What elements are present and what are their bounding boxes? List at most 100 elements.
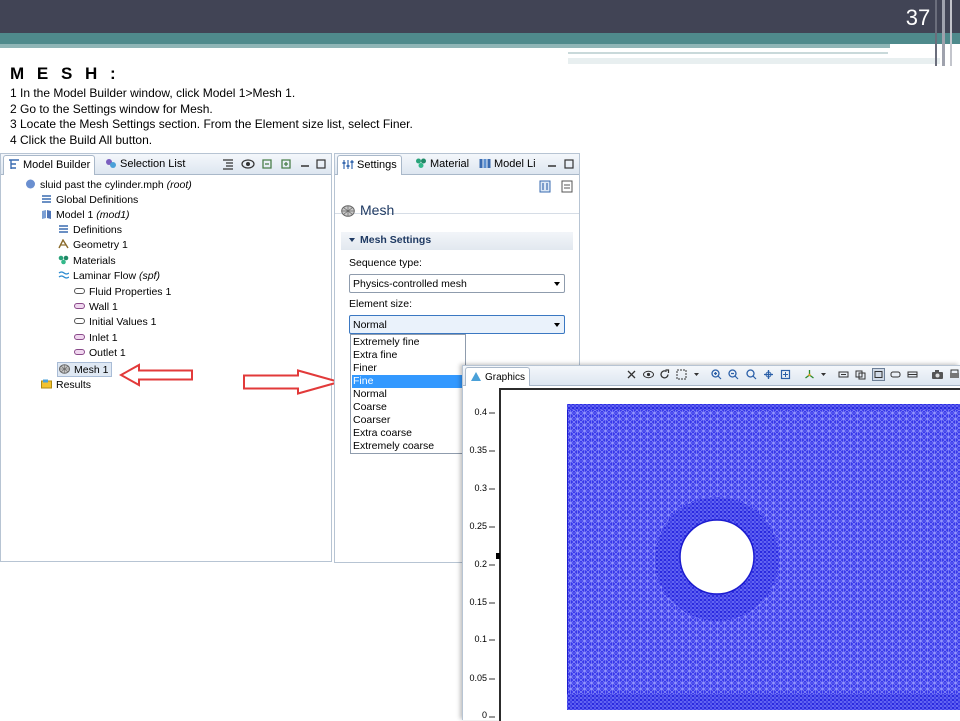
grid-icon[interactable] bbox=[907, 369, 918, 380]
show-icon[interactable] bbox=[643, 369, 654, 380]
chevron-down-icon[interactable] bbox=[820, 369, 827, 380]
element-size-select[interactable]: Normal bbox=[349, 315, 565, 334]
print-icon[interactable] bbox=[949, 369, 960, 380]
render-mode-icon[interactable] bbox=[890, 369, 901, 380]
zoom-in-icon[interactable] bbox=[711, 369, 722, 380]
dropdown-option[interactable]: Extremely coarse bbox=[352, 440, 464, 453]
wireframe-icon[interactable] bbox=[872, 368, 885, 381]
instruction-list: 1 In the Model Builder window, click Mod… bbox=[10, 86, 413, 148]
dropdown-option[interactable]: Normal bbox=[352, 388, 464, 401]
tab-settings[interactable]: Settings bbox=[337, 155, 402, 175]
collapse-icon[interactable] bbox=[261, 158, 273, 170]
tab-label: Graphics bbox=[485, 372, 526, 383]
dropdown-option-selected[interactable]: Fine bbox=[352, 375, 464, 388]
chevron-down-icon[interactable] bbox=[693, 369, 700, 380]
geometry-icon bbox=[58, 239, 69, 249]
mesh-icon bbox=[59, 364, 70, 374]
maximize-icon[interactable] bbox=[564, 159, 574, 169]
tab-model-library[interactable]: Model Li bbox=[475, 155, 540, 175]
materials-icon bbox=[416, 158, 426, 168]
tree-node-label: sluid past the cylinder.mph bbox=[40, 179, 164, 191]
selection-mode-icon[interactable] bbox=[676, 369, 687, 380]
section-title: Mesh Settings bbox=[360, 234, 432, 246]
minimize-icon[interactable] bbox=[300, 160, 310, 168]
library-icon bbox=[479, 159, 491, 168]
zoom-out-icon[interactable] bbox=[728, 369, 739, 380]
slide-title: M E S H : bbox=[10, 64, 120, 83]
expand-sections-icon[interactable] bbox=[222, 158, 234, 170]
instruction-step: 2 Go to the Settings window for Mesh. bbox=[10, 101, 213, 116]
tree-node-inlet[interactable]: Inlet 1 bbox=[74, 331, 118, 346]
tree-node-materials[interactable]: Materials bbox=[58, 254, 116, 269]
select-value: Physics-controlled mesh bbox=[353, 278, 467, 290]
tab-model-builder[interactable]: Model Builder bbox=[3, 155, 96, 175]
dropdown-option[interactable]: Extra coarse bbox=[352, 427, 464, 440]
tree-node-definitions[interactable]: Definitions bbox=[58, 223, 122, 238]
dropdown-option[interactable]: Finer bbox=[352, 362, 464, 375]
tree-node-mesh[interactable]: Mesh 1 bbox=[57, 362, 113, 377]
tab-selection-list[interactable]: Selection List bbox=[101, 155, 189, 175]
refresh-icon[interactable] bbox=[659, 369, 670, 380]
tree-node-label: Fluid Properties 1 bbox=[89, 286, 172, 298]
tree-node-label: Wall 1 bbox=[89, 301, 118, 313]
dropdown-option[interactable]: Coarser bbox=[352, 414, 464, 427]
clear-selection-icon[interactable] bbox=[626, 369, 637, 380]
tree-node-label: Geometry 1 bbox=[73, 239, 128, 251]
instruction-step: 3 Locate the Mesh Settings section. From… bbox=[10, 117, 413, 131]
tree-node-wall[interactable]: Wall 1 bbox=[74, 300, 118, 315]
mesh-boundary-layer bbox=[567, 404, 960, 410]
tree-node-label: Materials bbox=[73, 255, 116, 267]
mesh-boundary-layer bbox=[567, 694, 960, 710]
model-icon bbox=[42, 210, 51, 219]
tree-node-initial-values[interactable]: Initial Values 1 bbox=[74, 315, 157, 330]
tree-node-fluid-properties[interactable]: Fluid Properties 1 bbox=[74, 285, 171, 300]
settings-title: Mesh bbox=[360, 202, 395, 218]
slide-header-bar bbox=[0, 0, 960, 33]
tree-node-label: Definitions bbox=[73, 224, 123, 236]
model-builder-tabstrip: Model Builder Selection List bbox=[1, 154, 331, 175]
dropdown-option[interactable]: Coarse bbox=[352, 401, 464, 414]
tree-node-results[interactable]: Results bbox=[41, 378, 91, 393]
tree-node-global-definitions[interactable]: Global Definitions bbox=[41, 193, 138, 208]
zoom-box-icon[interactable] bbox=[746, 369, 757, 380]
camera-icon[interactable] bbox=[931, 369, 944, 380]
show-icon[interactable] bbox=[241, 158, 255, 170]
tab-graphics[interactable]: Graphics bbox=[465, 367, 531, 386]
instruction-step: 1 In the Model Builder window, click Mod… bbox=[10, 86, 296, 100]
mesh-settings-section[interactable]: Mesh Settings bbox=[341, 232, 573, 250]
tree-node-outlet[interactable]: Outlet 1 bbox=[74, 346, 126, 361]
graphics-toolbar: Graphics bbox=[463, 366, 960, 386]
tab-material[interactable]: Material bbox=[411, 155, 473, 175]
header-divider bbox=[942, 0, 945, 66]
collapse-arrow-icon bbox=[349, 238, 355, 242]
boundary-feature-icon bbox=[74, 349, 85, 355]
chevron-down-icon bbox=[554, 282, 560, 286]
maximize-icon[interactable] bbox=[316, 159, 326, 169]
tree-node-laminar-flow[interactable]: Laminar Flow (spf) bbox=[58, 269, 160, 284]
header-divider bbox=[950, 0, 952, 66]
y-axis-ticks bbox=[489, 412, 495, 718]
tree-node-geometry[interactable]: Geometry 1 bbox=[58, 238, 128, 253]
scene-light-icon[interactable] bbox=[838, 369, 849, 380]
tree-node-model[interactable]: Model 1 (mod1) bbox=[41, 208, 130, 223]
zoom-selected-icon[interactable] bbox=[763, 369, 774, 380]
mesh-icon bbox=[341, 205, 355, 217]
dropdown-option[interactable]: Extremely fine bbox=[352, 336, 464, 349]
flow-icon bbox=[58, 271, 69, 279]
axis-orientation-icon[interactable] bbox=[804, 369, 815, 380]
tree-node-label: Global Definitions bbox=[56, 194, 139, 206]
element-size-label: Element size: bbox=[349, 298, 413, 310]
zoom-extents-icon[interactable] bbox=[780, 369, 791, 380]
minimize-icon[interactable] bbox=[547, 160, 557, 168]
y-tick-label: 0.05 bbox=[469, 673, 487, 683]
dropdown-option[interactable]: Extra fine bbox=[352, 349, 464, 362]
tree-node-root[interactable]: sluid past the cylinder.mph (root) bbox=[25, 178, 192, 193]
tab-label: Material bbox=[430, 158, 470, 170]
sequence-type-select[interactable]: Physics-controlled mesh bbox=[349, 274, 565, 293]
y-tick-label: 0.25 bbox=[469, 521, 487, 531]
y-tick-label: 0 bbox=[481, 710, 487, 720]
expand-icon[interactable] bbox=[280, 158, 292, 170]
boundary-feature-icon bbox=[74, 303, 85, 309]
transparency-icon[interactable] bbox=[855, 369, 866, 380]
tree-node-label: Results bbox=[56, 379, 92, 391]
